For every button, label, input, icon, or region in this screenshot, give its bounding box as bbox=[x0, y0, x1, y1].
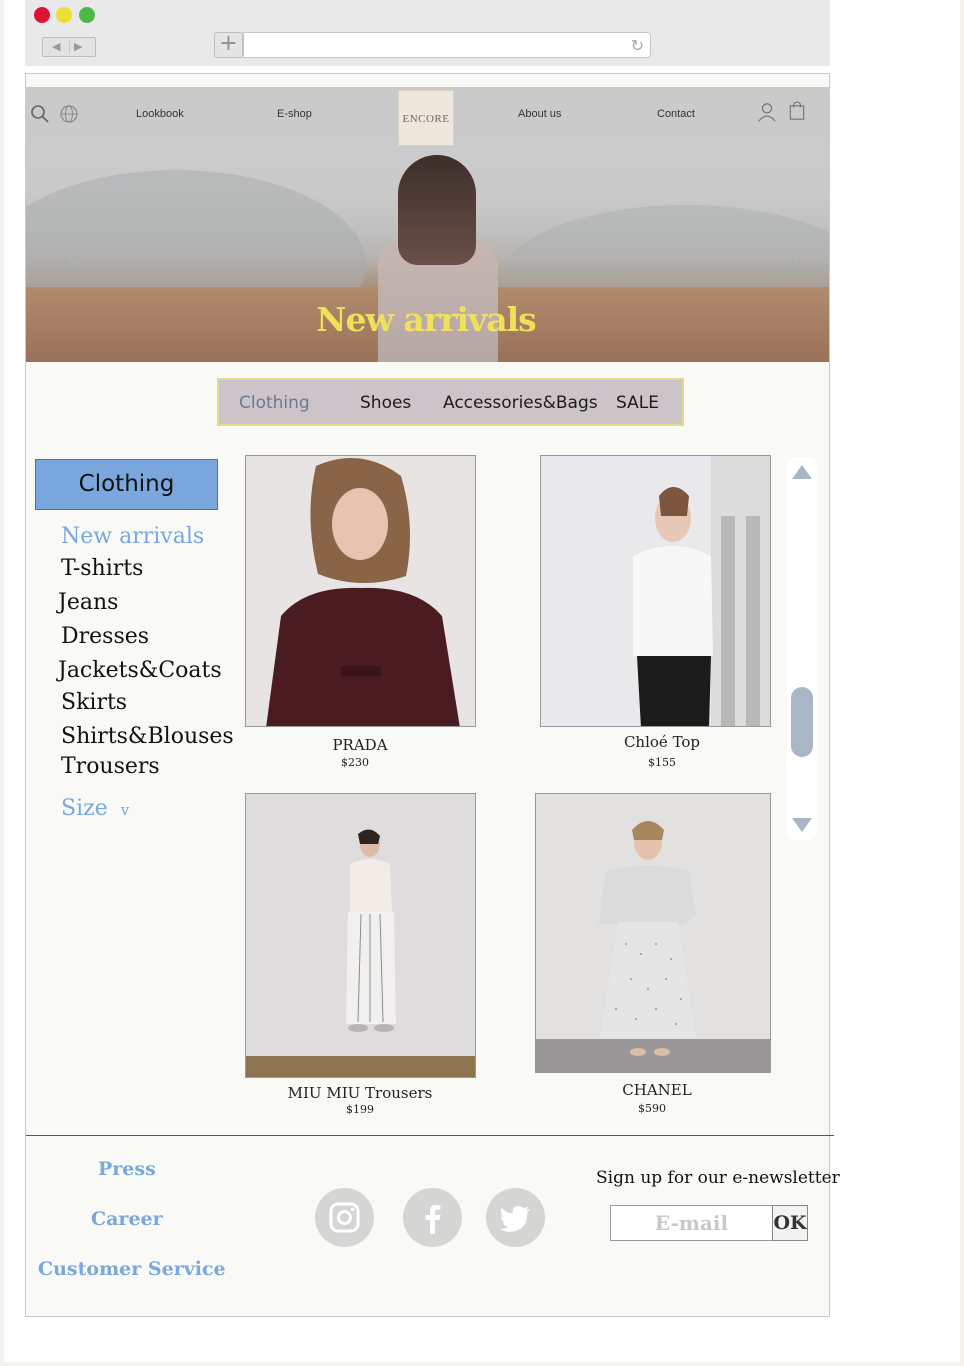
size-filter-label: Size bbox=[61, 796, 108, 821]
back-button[interactable]: ◀ bbox=[52, 40, 60, 53]
facebook-glyph bbox=[425, 1204, 441, 1234]
email-field[interactable]: E-mail bbox=[610, 1205, 772, 1241]
sidebar-item-new-arrivals[interactable]: New arrivals bbox=[61, 524, 204, 549]
sidebar-item-jeans[interactable]: Jeans bbox=[58, 590, 118, 615]
sidebar-item-shirts-blouses[interactable]: Shirts&Blouses bbox=[61, 724, 234, 749]
twitter-glyph bbox=[500, 1206, 530, 1232]
maximize-window-button[interactable] bbox=[79, 7, 95, 23]
product-name[interactable]: PRADA bbox=[245, 736, 475, 754]
minimize-window-button[interactable] bbox=[56, 7, 72, 23]
product-name[interactable]: MIU MIU Trousers bbox=[245, 1084, 475, 1102]
nav-contact[interactable]: Contact bbox=[657, 108, 695, 120]
close-window-button[interactable] bbox=[34, 7, 50, 23]
category-tabs: Clothing Shoes Accessories&Bags SALE bbox=[217, 378, 684, 426]
scroll-up-arrow-icon[interactable] bbox=[792, 465, 812, 479]
product-name[interactable]: CHANEL bbox=[542, 1081, 772, 1099]
logo[interactable]: ENCORE bbox=[398, 90, 454, 146]
page: ◀ ▶ + ↻ ‹ › New arrivals Lookbook E-shop… bbox=[4, 0, 960, 1362]
product-price: $155 bbox=[648, 756, 676, 769]
sidebar-item-t-shirts[interactable]: T-shirts bbox=[61, 556, 143, 581]
instagram-icon[interactable] bbox=[315, 1188, 374, 1247]
tab-sale[interactable]: SALE bbox=[616, 393, 659, 413]
hero-next-arrow[interactable]: › bbox=[791, 247, 800, 272]
user-icon[interactable] bbox=[757, 102, 777, 122]
sidebar-heading[interactable]: Clothing bbox=[35, 459, 218, 510]
divider bbox=[69, 41, 70, 54]
search-icon[interactable] bbox=[30, 104, 50, 124]
history-buttons: ◀ ▶ bbox=[42, 37, 96, 57]
footer-divider bbox=[26, 1135, 834, 1136]
tab-accessories-bags[interactable]: Accessories&Bags bbox=[443, 393, 598, 413]
site-nav: Lookbook E-shop ENCORE About us Contact bbox=[26, 74, 829, 146]
newsletter-label: Sign up for our e-newsletter bbox=[596, 1168, 840, 1188]
footer-link-press[interactable]: Press bbox=[98, 1158, 156, 1180]
product-price: $199 bbox=[346, 1103, 374, 1116]
model-illustration bbox=[541, 456, 770, 726]
product-image-chanel[interactable] bbox=[535, 793, 771, 1073]
website: ‹ › New arrivals Lookbook E-shop ENCORE … bbox=[25, 73, 840, 1317]
hero-title: New arrivals bbox=[316, 300, 536, 339]
sidebar-item-skirts[interactable]: Skirts bbox=[61, 690, 127, 715]
sidebar-item-trousers[interactable]: Trousers bbox=[61, 754, 160, 779]
shopping-bag-icon[interactable] bbox=[787, 100, 807, 120]
facebook-icon[interactable] bbox=[403, 1188, 462, 1247]
sidebar-item-dresses[interactable]: Dresses bbox=[61, 624, 149, 649]
twitter-icon[interactable] bbox=[486, 1188, 545, 1247]
browser-chrome: ◀ ▶ + ↻ bbox=[25, 0, 830, 66]
nav-about-us[interactable]: About us bbox=[518, 108, 561, 120]
footer-link-career[interactable]: Career bbox=[91, 1208, 163, 1230]
model-illustration bbox=[246, 794, 475, 1077]
nav-lookbook[interactable]: Lookbook bbox=[136, 108, 184, 120]
product-name[interactable]: Chloé Top bbox=[547, 733, 777, 751]
newsletter-ok-button[interactable]: OK bbox=[772, 1205, 808, 1241]
model-illustration bbox=[536, 794, 770, 1072]
footer-link-customer-service[interactable]: Customer Service bbox=[38, 1258, 226, 1280]
chevron-down-icon: v bbox=[120, 801, 130, 819]
product-image-prada[interactable] bbox=[245, 455, 476, 727]
tab-shoes[interactable]: Shoes bbox=[360, 393, 411, 413]
product-price: $590 bbox=[638, 1102, 666, 1115]
globe-icon[interactable] bbox=[59, 104, 79, 124]
scroll-thumb[interactable] bbox=[791, 687, 813, 757]
scroll-down-arrow-icon[interactable] bbox=[792, 818, 812, 832]
address-bar[interactable]: ↻ bbox=[243, 32, 651, 58]
hero-model-hair bbox=[398, 155, 476, 265]
product-image-chloe-top[interactable] bbox=[540, 455, 771, 727]
instagram-glyph bbox=[329, 1202, 360, 1233]
nav-eshop[interactable]: E-shop bbox=[277, 108, 312, 120]
forward-button[interactable]: ▶ bbox=[74, 40, 82, 53]
model-illustration bbox=[246, 456, 475, 726]
sidebar-item-jackets-coats[interactable]: Jackets&Coats bbox=[58, 658, 222, 683]
new-tab-button[interactable]: + bbox=[214, 32, 243, 58]
tab-clothing[interactable]: Clothing bbox=[239, 393, 310, 413]
product-price: $230 bbox=[341, 756, 369, 769]
reload-icon[interactable]: ↻ bbox=[631, 36, 644, 55]
size-filter[interactable]: Size v bbox=[61, 796, 129, 821]
product-image-miu-miu-trousers[interactable] bbox=[245, 793, 476, 1078]
product-scrollbar[interactable] bbox=[787, 457, 817, 840]
hero-prev-arrow[interactable]: ‹ bbox=[66, 247, 75, 272]
